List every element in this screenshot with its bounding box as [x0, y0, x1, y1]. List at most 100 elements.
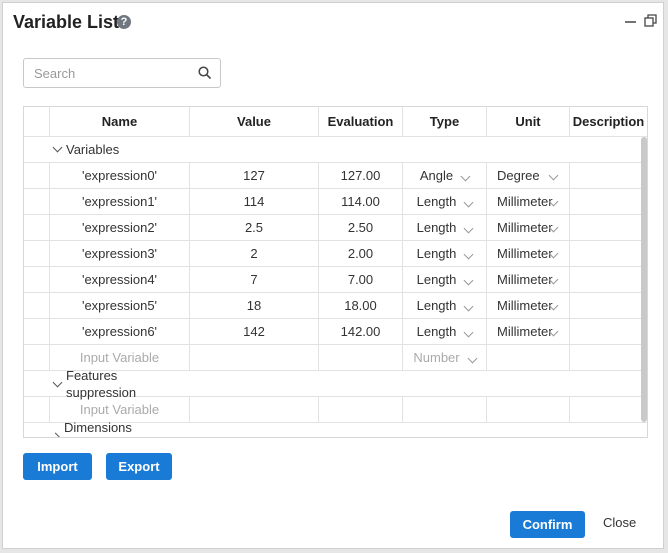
input-value-cell[interactable]: [190, 397, 319, 422]
variable-type-select[interactable]: Length: [403, 241, 487, 266]
column-header-name[interactable]: Name: [50, 107, 190, 136]
chevron-down-icon: [460, 171, 471, 182]
variable-type-select[interactable]: Angle: [403, 163, 487, 188]
variable-evaluation: 2.50: [319, 215, 403, 240]
variable-description[interactable]: [570, 293, 647, 318]
group-label-features-suppression: Features suppression: [66, 368, 137, 400]
unit-label: Degree: [497, 168, 540, 183]
variable-type-select[interactable]: Length: [403, 215, 487, 240]
table-row[interactable]: 'expression0' 127 127.00 Angle Degree: [24, 163, 647, 189]
variable-description[interactable]: [570, 267, 647, 292]
variable-name[interactable]: 'expression3': [50, 241, 190, 266]
unit-label: Millimeter: [497, 246, 553, 261]
input-value-cell[interactable]: [190, 345, 319, 370]
variable-value[interactable]: 142: [190, 319, 319, 344]
variable-name[interactable]: 'expression1': [50, 189, 190, 214]
input-description-cell[interactable]: [570, 397, 647, 422]
minimize-icon[interactable]: [623, 13, 639, 29]
variable-unit-select[interactable]: Millimeter: [487, 293, 570, 318]
search-box[interactable]: [23, 58, 221, 88]
header-select-column: [24, 107, 50, 136]
row-select-cell[interactable]: [24, 293, 50, 318]
variable-description[interactable]: [570, 319, 647, 344]
table-row[interactable]: 'expression4' 7 7.00 Length Millimeter: [24, 267, 647, 293]
search-input[interactable]: [32, 65, 196, 82]
variable-name[interactable]: 'expression6': [50, 319, 190, 344]
import-button[interactable]: Import: [23, 453, 92, 480]
table-row[interactable]: 'expression6' 142 142.00 Length Millimeter: [24, 319, 647, 345]
variable-unit-select[interactable]: Millimeter: [487, 189, 570, 214]
variable-description[interactable]: [570, 215, 647, 240]
close-button[interactable]: Close: [603, 515, 636, 530]
type-label: Length: [416, 194, 457, 209]
variable-description[interactable]: [570, 163, 647, 188]
group-label-dimensions: Dimensions: [64, 420, 132, 435]
row-select-cell[interactable]: [24, 267, 50, 292]
column-header-evaluation[interactable]: Evaluation: [319, 107, 403, 136]
row-select-cell[interactable]: [24, 215, 50, 240]
column-header-description[interactable]: Description: [570, 107, 647, 136]
input-unit-cell[interactable]: [487, 345, 570, 370]
table-scrollbar[interactable]: [641, 137, 647, 422]
variable-value[interactable]: 7: [190, 267, 319, 292]
variable-name[interactable]: 'expression0': [50, 163, 190, 188]
variable-name[interactable]: 'expression5': [50, 293, 190, 318]
table-row[interactable]: 'expression1' 114 114.00 Length Millimeter: [24, 189, 647, 215]
variable-type-select[interactable]: Length: [403, 319, 487, 344]
row-select-cell: [24, 397, 50, 422]
row-select-cell[interactable]: [24, 319, 50, 344]
input-evaluation-cell: [319, 397, 403, 422]
input-description-cell[interactable]: [570, 345, 647, 370]
table-row[interactable]: 'expression5' 18 18.00 Length Millimeter: [24, 293, 647, 319]
search-icon[interactable]: [198, 66, 212, 80]
variable-description[interactable]: [570, 189, 647, 214]
column-header-unit[interactable]: Unit: [487, 107, 570, 136]
export-button[interactable]: Export: [106, 453, 172, 480]
variable-value[interactable]: 114: [190, 189, 319, 214]
group-row-features-suppression[interactable]: Features suppression: [24, 368, 647, 400]
type-label: Length: [416, 324, 457, 339]
type-label: Length: [416, 272, 457, 287]
table-row[interactable]: 'expression3' 2 2.00 Length Millimeter: [24, 241, 647, 267]
variable-value[interactable]: 2: [190, 241, 319, 266]
column-header-value[interactable]: Value: [190, 107, 319, 136]
chevron-right-icon[interactable]: [50, 432, 61, 437]
unit-label: Millimeter: [497, 220, 553, 235]
chevron-down-icon: [463, 223, 474, 234]
input-type-select[interactable]: Number: [403, 345, 487, 370]
unit-label: Millimeter: [497, 298, 553, 313]
variable-value[interactable]: 18: [190, 293, 319, 318]
variable-unit-select[interactable]: Millimeter: [487, 215, 570, 240]
variable-name[interactable]: 'expression2': [50, 215, 190, 240]
row-select-cell[interactable]: [24, 189, 50, 214]
variable-value[interactable]: 2.5: [190, 215, 319, 240]
confirm-button[interactable]: Confirm: [510, 511, 585, 538]
variable-description[interactable]: [570, 241, 647, 266]
input-unit-cell[interactable]: [487, 397, 570, 422]
group-row-variables[interactable]: Variables: [24, 137, 647, 163]
variable-value[interactable]: 127: [190, 163, 319, 188]
chevron-down-icon[interactable]: [52, 142, 63, 153]
row-select-cell[interactable]: [24, 163, 50, 188]
variable-name[interactable]: 'expression4': [50, 267, 190, 292]
restore-icon[interactable]: [643, 13, 659, 29]
chevron-down-icon: [463, 197, 474, 208]
table-row[interactable]: 'expression2' 2.5 2.50 Length Millimeter: [24, 215, 647, 241]
variable-unit-select[interactable]: Degree: [487, 163, 570, 188]
dialog-title: Variable List: [13, 12, 120, 32]
chevron-down-icon[interactable]: [52, 377, 63, 388]
variable-type-select[interactable]: Length: [403, 189, 487, 214]
variable-type-select[interactable]: Length: [403, 267, 487, 292]
variable-unit-select[interactable]: Millimeter: [487, 319, 570, 344]
variable-unit-select[interactable]: Millimeter: [487, 241, 570, 266]
type-label: Length: [416, 220, 457, 235]
group-row-dimensions[interactable]: Dimensions: [24, 420, 647, 437]
variable-evaluation: 127.00: [319, 163, 403, 188]
variable-type-select[interactable]: Length: [403, 293, 487, 318]
input-type-cell[interactable]: [403, 397, 487, 422]
help-icon[interactable]: ?: [117, 15, 131, 29]
row-select-cell[interactable]: [24, 241, 50, 266]
column-header-type[interactable]: Type: [403, 107, 487, 136]
variable-unit-select[interactable]: Millimeter: [487, 267, 570, 292]
group-label-variables: Variables: [66, 142, 120, 157]
